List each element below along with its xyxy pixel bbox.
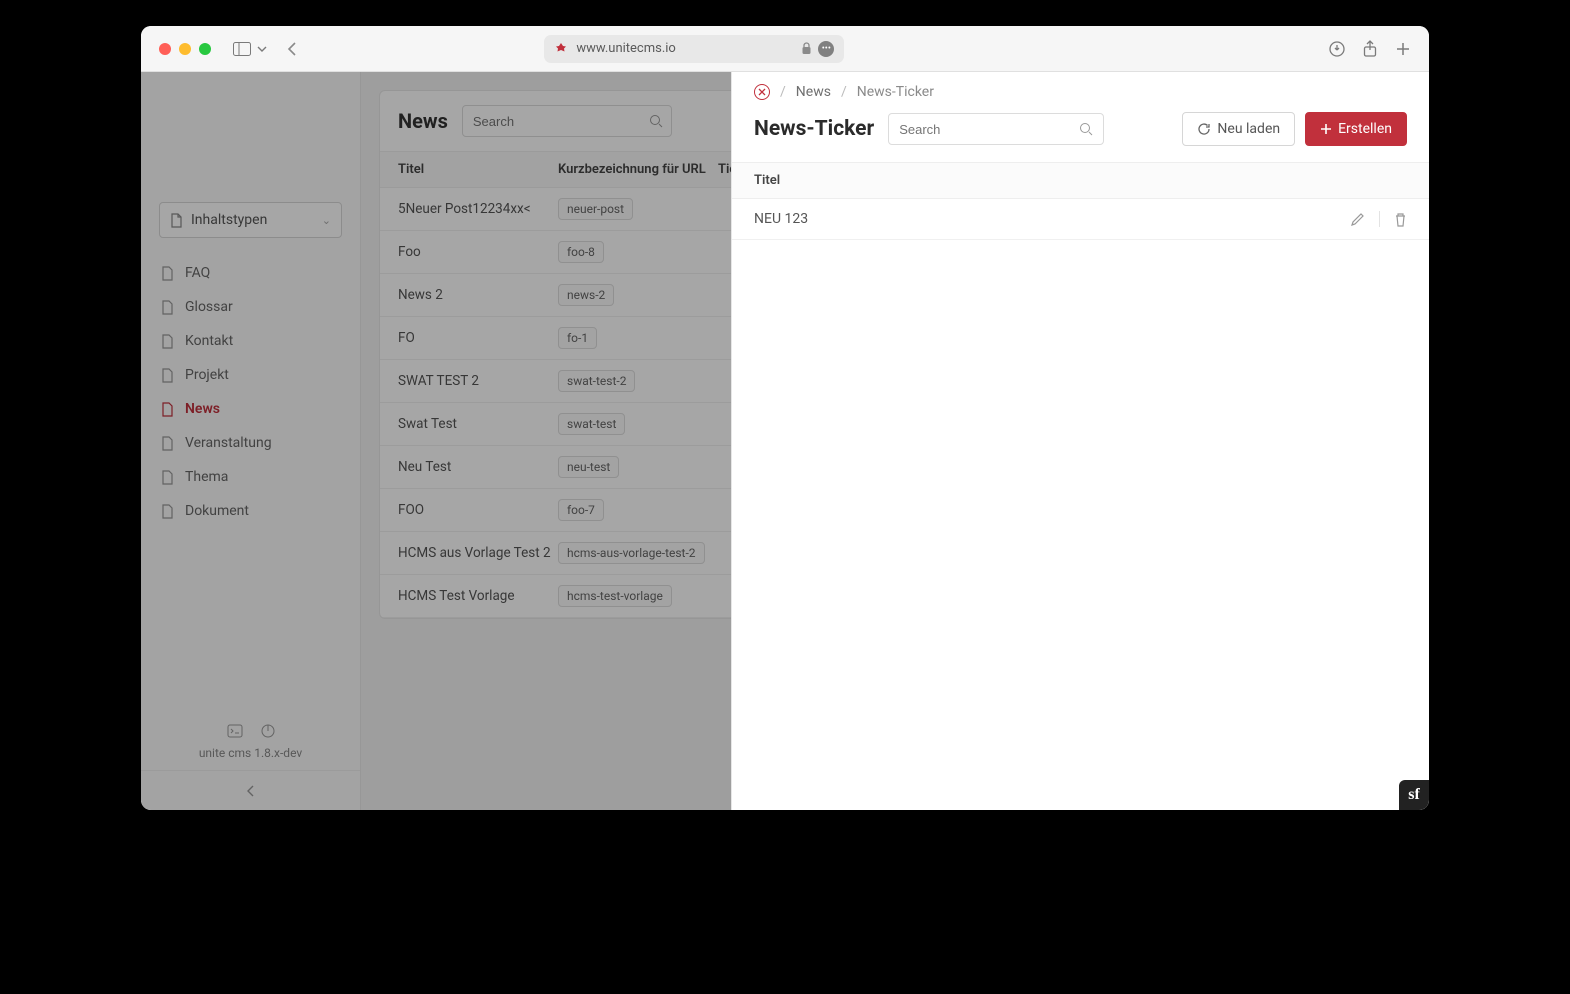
site-settings-icon[interactable]: ••• [818, 41, 834, 57]
drawer-header: / News / News-Ticker News-Ticker Neu lad… [732, 72, 1429, 163]
window-close-button[interactable] [159, 43, 171, 55]
row-actions [1350, 211, 1407, 227]
drawer-table-body: NEU 123 [732, 199, 1429, 240]
reload-button[interactable]: Neu laden [1182, 112, 1295, 146]
back-button[interactable] [287, 41, 297, 57]
address-bar[interactable]: www.unitecms.io ••• [544, 35, 844, 63]
breadcrumb-separator: / [780, 84, 786, 100]
symfony-badge-icon[interactable]: sf [1399, 780, 1429, 810]
address-url: www.unitecms.io [576, 41, 676, 56]
reload-label: Neu laden [1217, 121, 1280, 137]
breadcrumb-current: News-Ticker [857, 84, 934, 100]
lock-icon [801, 42, 812, 55]
breadcrumb: / News / News-Ticker [754, 84, 1407, 100]
chevron-down-icon[interactable] [257, 46, 267, 52]
action-divider [1379, 211, 1380, 227]
app-body: Inhaltstypen ⌄ FAQ Glossar Kontakt [141, 72, 1429, 810]
close-icon[interactable] [754, 84, 770, 100]
drawer-table-header: Titel [732, 163, 1429, 199]
delete-icon[interactable] [1394, 212, 1407, 227]
plus-icon [1320, 123, 1332, 135]
breadcrumb-link-news[interactable]: News [796, 84, 831, 100]
create-label: Erstellen [1338, 121, 1392, 137]
drawer-title: News-Ticker [754, 117, 874, 141]
drawer-search-field[interactable] [899, 122, 1079, 137]
drawer-actions: Neu laden Erstellen [1182, 112, 1407, 146]
window-maximize-button[interactable] [199, 43, 211, 55]
drawer-title-row: News-Ticker Neu laden Erstellen [754, 112, 1407, 146]
reload-icon [1197, 122, 1211, 136]
drawer-cell-title: NEU 123 [754, 211, 808, 227]
sidebar-toggle-icon[interactable] [233, 42, 251, 56]
drawer-panel: / News / News-Ticker News-Ticker Neu lad… [731, 72, 1429, 810]
create-button[interactable]: Erstellen [1305, 112, 1407, 146]
drawer-search-input[interactable] [888, 113, 1104, 145]
downloads-icon[interactable] [1329, 40, 1345, 58]
browser-window: www.unitecms.io ••• [141, 26, 1429, 810]
traffic-lights [159, 43, 211, 55]
drawer-column-title: Titel [754, 173, 780, 188]
search-icon [1079, 122, 1093, 136]
edit-icon[interactable] [1350, 212, 1365, 227]
breadcrumb-separator: / [841, 84, 847, 100]
titlebar: www.unitecms.io ••• [141, 26, 1429, 72]
share-icon[interactable] [1363, 40, 1377, 58]
drawer-row[interactable]: NEU 123 [732, 199, 1429, 240]
window-minimize-button[interactable] [179, 43, 191, 55]
site-favicon [554, 42, 568, 56]
new-tab-icon[interactable] [1395, 40, 1411, 58]
